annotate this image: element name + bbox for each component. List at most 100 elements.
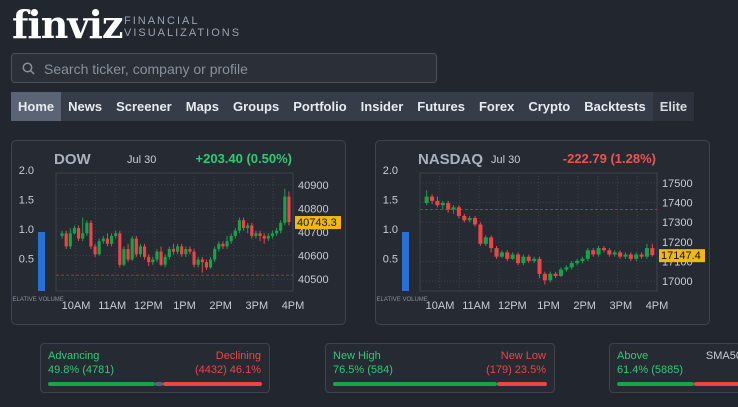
candle-body bbox=[258, 233, 262, 236]
stat-right-bar bbox=[694, 382, 738, 386]
candle-body bbox=[569, 263, 574, 268]
candle-body bbox=[81, 233, 85, 239]
stat-right-value: (4432) 46.1% bbox=[194, 364, 261, 376]
candle-body bbox=[60, 233, 64, 236]
candle-body bbox=[68, 233, 72, 247]
dow-chart-panel[interactable]: DOW Jul 30 +203.40 (0.50%) 40900 40800 40700 4… bbox=[11, 140, 346, 325]
candle-body bbox=[134, 238, 138, 255]
advancing-declining-box[interactable]: Advancing 49.8% (4781) Declining (4432) 46.… bbox=[40, 343, 270, 393]
new-high-low-box[interactable]: New High 76.5% (584) New Low (179) 23.5% bbox=[325, 343, 555, 393]
nav-item-insider[interactable]: Insider bbox=[354, 92, 411, 121]
candle-body bbox=[424, 196, 429, 204]
nav-item-maps[interactable]: Maps bbox=[179, 92, 226, 121]
candle-body bbox=[138, 246, 143, 255]
nav-item-elite[interactable]: Elite bbox=[652, 92, 695, 121]
candle-body bbox=[155, 251, 159, 260]
volume-caption: RELATIVE VOLUME bbox=[12, 297, 64, 303]
candle-body bbox=[93, 246, 97, 255]
candle-body bbox=[585, 250, 590, 259]
candle-body bbox=[601, 248, 607, 251]
time-tick: 10AM bbox=[62, 300, 91, 312]
time-tick: 12PM bbox=[498, 300, 527, 312]
nav-item-crypto[interactable]: Crypto bbox=[521, 92, 577, 121]
nav-item-futures[interactable]: Futures bbox=[410, 92, 472, 121]
price-tick: 40800 bbox=[298, 203, 329, 215]
nav-item-home[interactable]: Home bbox=[11, 92, 62, 121]
candle-body bbox=[196, 259, 200, 265]
time-tick: 11AM bbox=[98, 300, 126, 312]
sma50-box[interactable]: Above 61.4% (5885) SMA50 bbox=[609, 343, 738, 393]
volume-tick: 1.5 bbox=[19, 195, 34, 207]
candle-body bbox=[151, 259, 155, 263]
candle-body bbox=[266, 235, 270, 239]
stat-left-bar bbox=[617, 382, 695, 386]
nasdaq-chart-panel[interactable]: NASDAQ Jul 30 -222.79 (1.28%) 17500 17400 173… bbox=[375, 140, 710, 325]
candle-body bbox=[246, 225, 250, 229]
candle-body bbox=[241, 220, 246, 229]
index-change: -222.79 (1.28%) bbox=[563, 151, 656, 166]
candle-body bbox=[130, 238, 134, 260]
candle-body bbox=[483, 237, 488, 244]
volume-caption: RELATIVE VOLUME bbox=[376, 297, 428, 303]
search-input[interactable] bbox=[42, 59, 426, 79]
stat-right-bar bbox=[496, 382, 547, 386]
candle-body bbox=[279, 222, 283, 231]
candle-body bbox=[515, 254, 521, 264]
price-tick: 40600 bbox=[298, 251, 329, 263]
chart-date: Jul 30 bbox=[491, 154, 520, 166]
candle-body bbox=[105, 238, 110, 244]
time-tick: 2PM bbox=[209, 300, 232, 312]
stat-right-title: Declining bbox=[215, 350, 261, 362]
nav-item-forex[interactable]: Forex bbox=[472, 92, 521, 121]
candle-body bbox=[526, 256, 531, 261]
price-tick: 17000 bbox=[662, 276, 693, 288]
nav-item-news[interactable]: News bbox=[61, 92, 109, 121]
price-tick: 17200 bbox=[662, 237, 693, 249]
time-tick: 3PM bbox=[610, 300, 633, 312]
time-tick: 10AM bbox=[426, 300, 455, 312]
stat-right-bar bbox=[163, 382, 262, 386]
price-tick: 17500 bbox=[662, 178, 693, 190]
price-tick: 40900 bbox=[298, 180, 329, 192]
volume-tick: 2.0 bbox=[19, 165, 34, 177]
nav-item-groups[interactable]: Groups bbox=[226, 92, 286, 121]
candle-body bbox=[85, 222, 89, 234]
chart-date: Jul 30 bbox=[127, 154, 156, 166]
candle-body bbox=[456, 207, 461, 216]
time-tick: 2PM bbox=[573, 300, 596, 312]
candle-body bbox=[184, 249, 188, 255]
candle-body bbox=[618, 252, 623, 257]
dow-chart: DOW Jul 30 +203.40 (0.50%)4090040800407004… bbox=[12, 151, 341, 312]
search-box[interactable] bbox=[11, 53, 437, 83]
candle-body bbox=[213, 249, 217, 260]
nav-item-backtests[interactable]: Backtests bbox=[577, 92, 652, 121]
candle-body bbox=[537, 258, 542, 274]
stat-left-value: 76.5% (584) bbox=[333, 364, 393, 376]
candle-body bbox=[180, 246, 184, 255]
candle-body bbox=[650, 248, 655, 256]
candle-body bbox=[142, 246, 147, 257]
stat-left-title: Above bbox=[617, 350, 649, 362]
candle-body bbox=[192, 251, 196, 265]
candle-body bbox=[591, 250, 596, 255]
candle-body bbox=[163, 256, 167, 265]
index-name: DOW bbox=[54, 151, 92, 168]
volume-tick: 1.0 bbox=[383, 224, 398, 236]
stat-left-bar bbox=[333, 382, 497, 386]
candle-body bbox=[204, 262, 209, 268]
stat-right-title: SMA50 bbox=[705, 350, 738, 362]
volume-tick: 2.0 bbox=[383, 165, 398, 177]
candle-body bbox=[118, 233, 122, 265]
candle-body bbox=[628, 254, 633, 259]
nav-item-portfolio[interactable]: Portfolio bbox=[286, 92, 353, 121]
price-tick: 40500 bbox=[298, 274, 329, 286]
finviz-logo[interactable]: finviz bbox=[12, 2, 124, 47]
candle-body bbox=[644, 248, 649, 257]
stat-left-title: New High bbox=[333, 350, 381, 362]
search-icon bbox=[22, 62, 35, 80]
nav-item-screener[interactable]: Screener bbox=[109, 92, 179, 121]
candle-body bbox=[114, 233, 118, 236]
stat-right-value: (179) 23.5% bbox=[486, 364, 546, 376]
candle-body bbox=[208, 259, 213, 268]
stat-right-title: New Low bbox=[500, 350, 546, 362]
